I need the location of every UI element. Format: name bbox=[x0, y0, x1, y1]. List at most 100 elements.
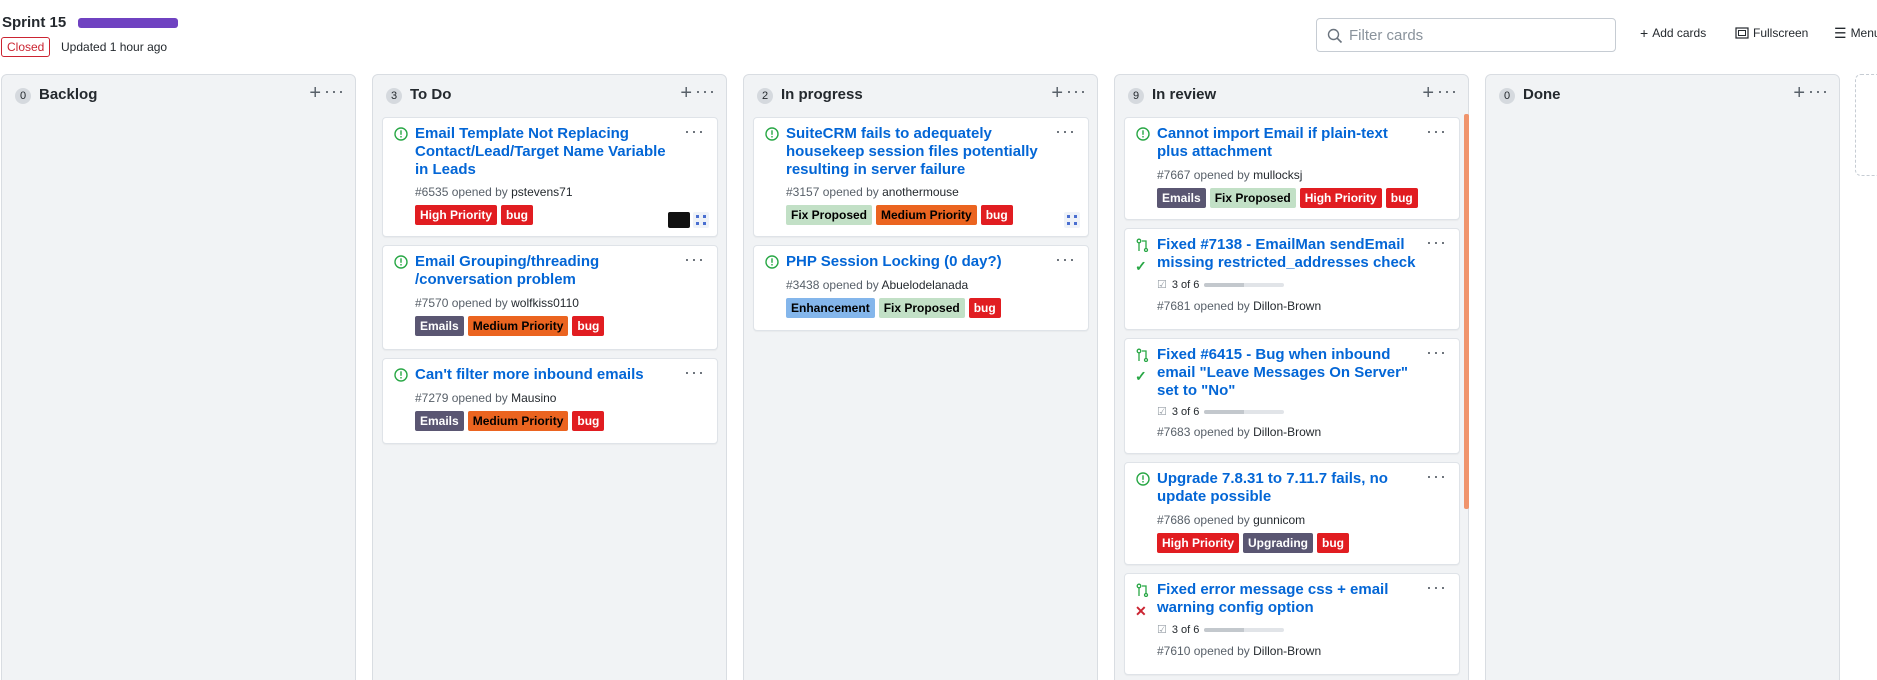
label-enhancement[interactable]: Enhancement bbox=[786, 298, 875, 318]
card-menu-icon[interactable]: ··· bbox=[1055, 122, 1076, 140]
assignee-avatar[interactable] bbox=[668, 212, 690, 228]
label-medium-priority[interactable]: Medium Priority bbox=[467, 411, 569, 431]
add-card-plus-icon[interactable]: + bbox=[1793, 83, 1805, 103]
column-in-review: 9 In review + ··· Cannot import Email if… bbox=[1114, 74, 1469, 680]
label-upgrading[interactable]: Upgrading bbox=[1243, 533, 1314, 553]
add-cards-button[interactable]: + Add cards bbox=[1640, 26, 1706, 40]
label-high-priority[interactable]: High Priority bbox=[1299, 188, 1382, 208]
pull-request-card[interactable]: ✓ Fixed #7138 - EmailMan sendEmail missi… bbox=[1124, 228, 1460, 330]
card-menu-icon[interactable]: ··· bbox=[1426, 122, 1447, 140]
column-menu-icon[interactable]: ··· bbox=[1808, 82, 1829, 100]
author-link[interactable]: Dillon-Brown bbox=[1253, 425, 1321, 439]
task-progress-fill bbox=[1204, 627, 1245, 632]
card-meta: #3438 opened by Abuelodelanada bbox=[786, 278, 968, 292]
add-card-plus-icon[interactable]: + bbox=[1422, 83, 1434, 103]
card-menu-icon[interactable]: ··· bbox=[1426, 578, 1447, 596]
label-fix-proposed[interactable]: Fix Proposed bbox=[878, 298, 965, 318]
card-title-link[interactable]: Upgrade 7.8.31 to 7.11.7 fails, no updat… bbox=[1157, 470, 1419, 506]
label-bug[interactable]: bug bbox=[572, 411, 605, 431]
card-title-link[interactable]: PHP Session Locking (0 day?) bbox=[786, 253, 1048, 271]
column-menu-icon[interactable]: ··· bbox=[1066, 82, 1087, 100]
card-title-link[interactable]: Cannot import Email if plain-text plus a… bbox=[1157, 125, 1419, 161]
label-fix-proposed[interactable]: Fix Proposed bbox=[786, 205, 873, 225]
x-icon[interactable]: ✕ bbox=[1135, 604, 1147, 618]
column-scrollbar[interactable] bbox=[1464, 114, 1469, 509]
label-bug[interactable]: bug bbox=[980, 205, 1013, 225]
add-card-plus-icon[interactable]: + bbox=[309, 83, 321, 103]
filter-cards-input[interactable] bbox=[1349, 23, 1609, 47]
issue-card[interactable]: Upgrade 7.8.31 to 7.11.7 fails, no updat… bbox=[1124, 462, 1460, 565]
check-icon[interactable]: ✓ bbox=[1135, 369, 1147, 383]
author-link[interactable]: gunnicom bbox=[1253, 513, 1305, 527]
card-title-link[interactable]: Fixed #6415 - Bug when inbound email "Le… bbox=[1157, 346, 1419, 400]
author-link[interactable]: Abuelodelanada bbox=[881, 278, 968, 292]
issue-card[interactable]: Can't filter more inbound emails ··· #72… bbox=[382, 358, 718, 444]
column-title: To Do bbox=[410, 86, 452, 103]
label-bug[interactable]: bug bbox=[501, 205, 534, 225]
issue-card[interactable]: PHP Session Locking (0 day?) ··· #3438 o… bbox=[753, 245, 1089, 331]
opened-by-text: opened by bbox=[451, 185, 508, 199]
pull-request-card[interactable]: ✓ Fixed #6415 - Bug when inbound email "… bbox=[1124, 338, 1460, 454]
label-bug[interactable]: bug bbox=[1317, 533, 1350, 553]
card-menu-icon[interactable]: ··· bbox=[684, 363, 705, 381]
column-menu-icon[interactable]: ··· bbox=[324, 82, 345, 100]
pull-request-card[interactable]: ✕ Fixed error message css + email warnin… bbox=[1124, 573, 1460, 675]
check-icon[interactable]: ✓ bbox=[1135, 259, 1147, 273]
menu-button[interactable]: ☰ Menu bbox=[1834, 26, 1877, 40]
author-link[interactable]: anothermouse bbox=[882, 185, 959, 199]
card-title-link[interactable]: Email Template Not Replacing Contact/Lea… bbox=[415, 125, 677, 179]
label-medium-priority[interactable]: Medium Priority bbox=[876, 205, 977, 225]
card-title-link[interactable]: Can't filter more inbound emails bbox=[415, 366, 677, 384]
label-emails[interactable]: Emails bbox=[415, 411, 464, 431]
column-menu-icon[interactable]: ··· bbox=[695, 82, 716, 100]
card-menu-icon[interactable]: ··· bbox=[684, 122, 705, 140]
expand-icon[interactable] bbox=[1064, 212, 1080, 228]
label-list: Emails Medium Priority bug bbox=[415, 411, 605, 431]
label-high-priority[interactable]: High Priority bbox=[415, 205, 498, 225]
card-title-link[interactable]: Fixed error message css + email warning … bbox=[1157, 581, 1419, 617]
issue-card[interactable]: Email Grouping/threading /conversation p… bbox=[382, 245, 718, 350]
card-menu-icon[interactable]: ··· bbox=[1426, 343, 1447, 361]
expand-icon[interactable] bbox=[693, 212, 709, 228]
label-medium-priority[interactable]: Medium Priority bbox=[467, 316, 569, 336]
git-pull-request-icon bbox=[1136, 348, 1149, 362]
card-title-link[interactable]: SuiteCRM fails to adequately housekeep s… bbox=[786, 125, 1048, 179]
fullscreen-button[interactable]: Fullscreen bbox=[1735, 26, 1808, 40]
filter-cards-field[interactable] bbox=[1316, 18, 1616, 52]
card-meta: #7686 opened by gunnicom bbox=[1157, 513, 1305, 527]
author-link[interactable]: mullocksj bbox=[1253, 168, 1302, 182]
label-bug[interactable]: bug bbox=[968, 298, 1001, 318]
column-count: 3 bbox=[386, 88, 402, 104]
author-link[interactable]: Dillon-Brown bbox=[1253, 644, 1321, 658]
label-emails[interactable]: Emails bbox=[415, 316, 464, 336]
issue-card[interactable]: Cannot import Email if plain-text plus a… bbox=[1124, 117, 1460, 220]
column-menu-icon[interactable]: ··· bbox=[1437, 82, 1458, 100]
hamburger-icon: ☰ bbox=[1834, 25, 1847, 41]
author-link[interactable]: wolfkiss0110 bbox=[511, 296, 579, 310]
card-menu-icon[interactable]: ··· bbox=[684, 250, 705, 268]
label-bug[interactable]: bug bbox=[572, 316, 605, 336]
card-menu-icon[interactable]: ··· bbox=[1055, 250, 1076, 268]
checklist-icon: ☑ bbox=[1157, 279, 1167, 291]
label-fix-proposed[interactable]: Fix Proposed bbox=[1209, 188, 1296, 208]
card-menu-icon[interactable]: ··· bbox=[1426, 233, 1447, 251]
label-high-priority[interactable]: High Priority bbox=[1157, 533, 1240, 553]
issue-card[interactable]: SuiteCRM fails to adequately housekeep s… bbox=[753, 117, 1089, 237]
add-card-plus-icon[interactable]: + bbox=[1051, 83, 1063, 103]
column-count: 0 bbox=[1499, 88, 1515, 104]
card-title-link[interactable]: Fixed #7138 - EmailMan sendEmail missing… bbox=[1157, 236, 1419, 272]
label-list: Emails Fix Proposed High Priority bug bbox=[1157, 188, 1418, 208]
add-column-placeholder[interactable] bbox=[1855, 74, 1877, 176]
label-emails[interactable]: Emails bbox=[1157, 188, 1206, 208]
opened-by-text: opened by bbox=[1193, 299, 1250, 313]
task-progress-bar bbox=[1204, 409, 1285, 414]
label-bug[interactable]: bug bbox=[1385, 188, 1418, 208]
issue-card[interactable]: Email Template Not Replacing Contact/Lea… bbox=[382, 117, 718, 237]
author-link[interactable]: Dillon-Brown bbox=[1253, 299, 1321, 313]
card-menu-icon[interactable]: ··· bbox=[1426, 467, 1447, 485]
author-link[interactable]: pstevens71 bbox=[511, 185, 572, 199]
card-title-link[interactable]: Email Grouping/threading /conversation p… bbox=[415, 253, 677, 289]
add-card-plus-icon[interactable]: + bbox=[680, 83, 692, 103]
column-todo: 3 To Do + ··· Email Template Not Replaci… bbox=[372, 74, 727, 680]
author-link[interactable]: Mausino bbox=[511, 391, 556, 405]
